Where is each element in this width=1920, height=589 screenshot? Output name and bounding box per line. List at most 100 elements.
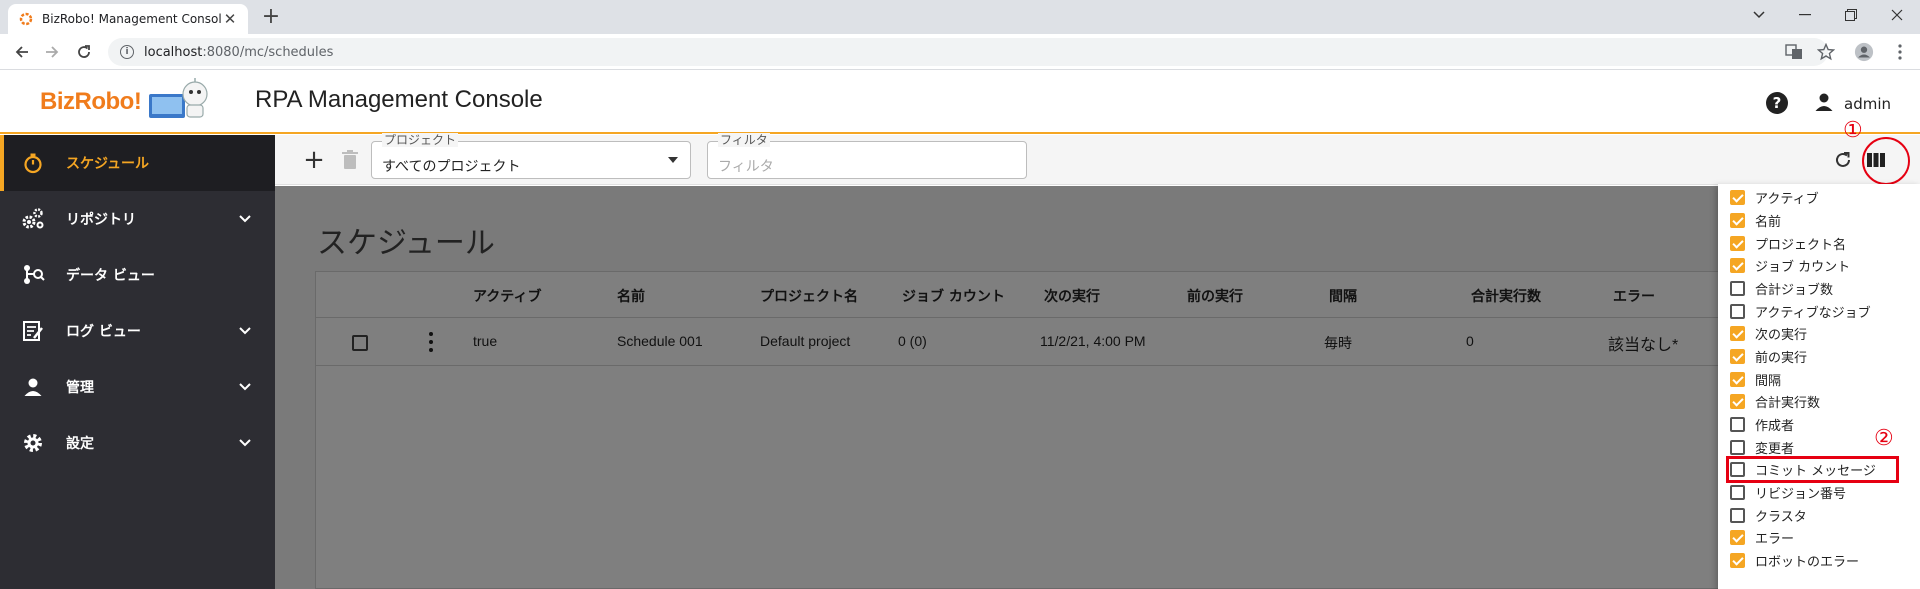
column-header[interactable]: プロジェクト名 bbox=[760, 286, 858, 306]
url-field[interactable]: i localhost:8080/mc/schedules bbox=[108, 38, 1828, 66]
profile-icon[interactable] bbox=[1854, 42, 1874, 62]
column-checkbox[interactable] bbox=[1730, 257, 1745, 273]
column-option[interactable]: 間隔 bbox=[1730, 368, 1915, 390]
row-checkbox[interactable] bbox=[352, 335, 368, 351]
column-header[interactable]: ジョブ カウント bbox=[902, 286, 1005, 306]
column-option-label: 合計ジョブ数 bbox=[1755, 282, 1834, 298]
new-tab-button[interactable]: + bbox=[258, 5, 284, 31]
column-option-label: ジョブ カウント bbox=[1755, 259, 1851, 275]
column-option[interactable]: エラー bbox=[1730, 526, 1915, 548]
column-header[interactable]: 間隔 bbox=[1329, 286, 1357, 306]
tab-search-icon[interactable] bbox=[1736, 0, 1782, 30]
translate-icon[interactable] bbox=[1784, 42, 1804, 62]
log-icon bbox=[20, 318, 46, 344]
column-header[interactable]: アクティブ bbox=[473, 286, 541, 306]
bookmark-star-icon[interactable] bbox=[1816, 42, 1836, 62]
url-host: localhost bbox=[144, 44, 203, 60]
tab-close-icon[interactable]: ✕ bbox=[222, 10, 238, 28]
column-option[interactable]: 次の実行 bbox=[1730, 322, 1915, 344]
site-info-icon[interactable]: i bbox=[120, 45, 134, 59]
tab-title: BizRobo! Management Console bbox=[42, 12, 222, 26]
chevron-down-icon[interactable] bbox=[237, 435, 253, 451]
page-title: スケジュール bbox=[317, 227, 495, 260]
column-option-label: 名前 bbox=[1755, 214, 1782, 230]
project-select-label: プロジェクト bbox=[382, 133, 459, 147]
column-checkbox[interactable] bbox=[1730, 348, 1745, 364]
row-more-menu-icon[interactable] bbox=[428, 332, 434, 352]
sidebar-item-log-view[interactable]: ログ ビュー bbox=[0, 303, 275, 359]
column-header[interactable]: 名前 bbox=[617, 286, 645, 306]
filter-input[interactable]: フィルタ フィルタ bbox=[707, 133, 1027, 179]
column-option-label: ロボットのエラー bbox=[1755, 554, 1860, 570]
user-menu[interactable]: admin bbox=[1814, 92, 1891, 116]
sidebar-item-label: 管理 bbox=[66, 380, 94, 396]
column-option[interactable]: クラスタ bbox=[1730, 504, 1915, 526]
column-option[interactable]: 名前 bbox=[1730, 209, 1915, 231]
bizrobo-logo[interactable]: BizRobo! bbox=[40, 78, 213, 124]
column-checkbox[interactable] bbox=[1730, 416, 1745, 432]
column-option[interactable]: 合計ジョブ数 bbox=[1730, 277, 1915, 299]
bizrobo-favicon-icon bbox=[18, 11, 34, 27]
sidebar-item-label: リポジトリ bbox=[66, 212, 136, 228]
cell-name: Schedule 001 bbox=[617, 333, 703, 349]
restore-icon[interactable] bbox=[1828, 0, 1874, 30]
column-checkbox[interactable] bbox=[1730, 303, 1745, 319]
logo-text: BizRobo! bbox=[40, 88, 142, 115]
column-checkbox[interactable] bbox=[1730, 280, 1745, 296]
column-header[interactable]: 合計実行数 bbox=[1471, 286, 1541, 306]
chevron-down-icon[interactable] bbox=[237, 379, 253, 395]
sidebar-item-label: スケジュール bbox=[66, 156, 150, 172]
minimize-icon[interactable] bbox=[1782, 0, 1828, 30]
sidebar-item-repository[interactable]: リポジトリ bbox=[0, 191, 275, 247]
project-select[interactable]: プロジェクト すべてのプロジェクト bbox=[371, 133, 691, 179]
back-icon[interactable] bbox=[8, 38, 36, 66]
refresh-icon[interactable] bbox=[1833, 150, 1853, 170]
browser-tab[interactable]: BizRobo! Management Console ✕ bbox=[8, 4, 248, 34]
url-path: :8080/mc/schedules bbox=[202, 44, 334, 60]
column-option-label: 作成者 bbox=[1755, 418, 1795, 434]
annotation-marker-1: ① bbox=[1843, 118, 1863, 143]
column-header[interactable]: エラー bbox=[1613, 286, 1655, 306]
close-window-icon[interactable] bbox=[1874, 0, 1920, 30]
column-checkbox[interactable] bbox=[1730, 189, 1745, 205]
delete-trash-icon[interactable] bbox=[339, 147, 361, 173]
filter-label: フィルタ bbox=[718, 133, 770, 147]
column-checkbox[interactable] bbox=[1730, 552, 1745, 568]
reload-icon[interactable] bbox=[70, 38, 98, 66]
column-option-label: エラー bbox=[1755, 531, 1795, 547]
help-icon[interactable]: ? bbox=[1766, 92, 1788, 114]
table-row[interactable]: true Schedule 001 Default project 0 (0) … bbox=[316, 318, 1920, 366]
column-checkbox[interactable] bbox=[1730, 371, 1745, 387]
column-option[interactable]: 前の実行 bbox=[1730, 345, 1915, 367]
column-checkbox[interactable] bbox=[1730, 484, 1745, 500]
column-checkbox[interactable] bbox=[1730, 439, 1745, 455]
chevron-down-icon[interactable] bbox=[237, 211, 253, 227]
sidebar-item-data-view[interactable]: データ ビュー bbox=[0, 247, 275, 303]
column-option[interactable]: アクティブなジョブ bbox=[1730, 300, 1915, 322]
column-option[interactable]: リビジョン番号 bbox=[1730, 481, 1915, 503]
sidebar-item-label: データ ビュー bbox=[66, 268, 155, 284]
browser-menu-icon[interactable] bbox=[1890, 42, 1910, 62]
column-checkbox[interactable] bbox=[1730, 393, 1745, 409]
column-option-label: クラスタ bbox=[1755, 509, 1807, 525]
column-option[interactable]: ジョブ カウント bbox=[1730, 254, 1915, 276]
add-schedule-button[interactable]: + bbox=[299, 145, 329, 175]
column-option[interactable]: ロボットのエラー bbox=[1730, 549, 1915, 571]
column-checkbox[interactable] bbox=[1730, 235, 1745, 251]
forward-icon[interactable] bbox=[38, 38, 66, 66]
column-option[interactable]: 合計実行数 bbox=[1730, 390, 1915, 412]
sidebar-item-schedules[interactable]: スケジュール bbox=[0, 135, 275, 191]
column-option[interactable]: プロジェクト名 bbox=[1730, 232, 1915, 254]
sidebar-item-admin[interactable]: 管理 bbox=[0, 359, 275, 415]
column-checkbox[interactable] bbox=[1730, 212, 1745, 228]
sidebar-item-settings[interactable]: 設定 bbox=[0, 415, 275, 471]
column-header[interactable]: 前の実行 bbox=[1187, 286, 1243, 306]
chevron-down-icon[interactable] bbox=[237, 323, 253, 339]
column-option[interactable]: アクティブ bbox=[1730, 186, 1915, 208]
column-option-label: アクティブなジョブ bbox=[1755, 305, 1871, 321]
column-checkbox[interactable] bbox=[1730, 529, 1745, 545]
column-header[interactable]: 次の実行 bbox=[1044, 286, 1100, 306]
column-checkbox[interactable] bbox=[1730, 507, 1745, 523]
column-checkbox[interactable] bbox=[1730, 325, 1745, 341]
schedules-toolbar: + プロジェクト すべてのプロジェクト フィルタ フィルタ bbox=[275, 133, 1920, 185]
